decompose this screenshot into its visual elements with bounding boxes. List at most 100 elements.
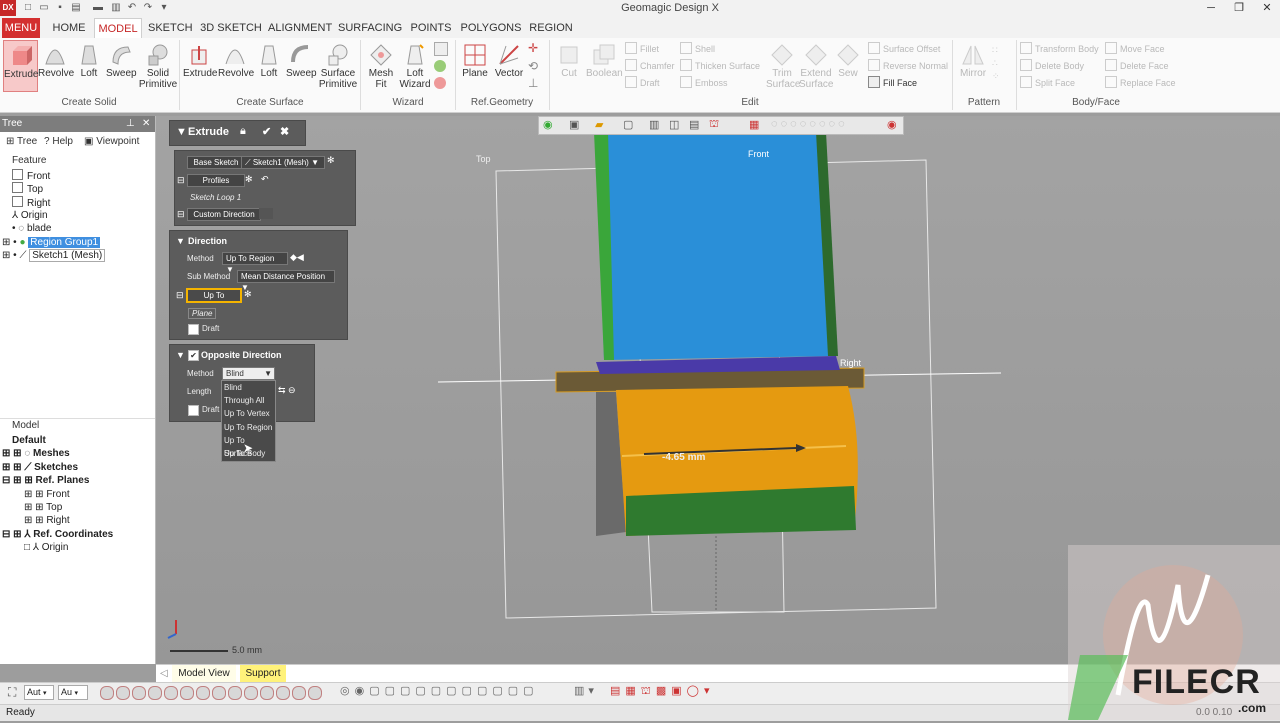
collapse-icon[interactable]: ⊟ [177, 175, 185, 186]
collapse-icon[interactable]: ▼ [176, 350, 185, 360]
tree-item-blade[interactable]: • ◌ blade [12, 222, 51, 235]
reverse-normal-button[interactable]: Reverse Normal [868, 59, 948, 73]
tab-model-view[interactable]: Model View [172, 665, 236, 683]
trim-surface-button[interactable]: Trim Surface [766, 40, 800, 90]
chamfer-button[interactable]: Chamfer [625, 59, 675, 73]
select-tool-icon[interactable] [132, 686, 146, 700]
opposite-direction-checkbox[interactable]: ✔ [188, 350, 199, 361]
selection-mode-select[interactable]: Aut ▾ [24, 685, 54, 700]
tree-item-top[interactable]: Top [12, 182, 43, 195]
fill-face-button[interactable]: Fill Face [868, 76, 917, 90]
select-tool-icon[interactable] [116, 686, 130, 700]
vector-button[interactable]: Vector [493, 40, 525, 90]
draft-button[interactable]: Draft [625, 76, 660, 90]
dropdown-option-blind[interactable]: Blind [224, 381, 274, 394]
tab-help[interactable]: ? Help [44, 136, 73, 147]
opposite-method-select[interactable]: Blind ▼ [222, 367, 275, 380]
close-panel-icon[interactable]: ✕ [142, 116, 150, 132]
extend-surface-button[interactable]: Extend Surface [799, 40, 833, 90]
dimension-label[interactable]: -4.65 mm [662, 452, 705, 463]
pattern-small-icons[interactable]: ∷ ∴ ⁘ [992, 44, 1004, 84]
select-tool-icon[interactable] [308, 686, 322, 700]
cut-button[interactable]: Cut [553, 40, 585, 90]
mesh-fit-button[interactable]: Mesh Fit [364, 40, 398, 90]
surface-offset-button[interactable]: Surface Offset [868, 42, 940, 56]
model-item-default[interactable]: Default [12, 434, 46, 447]
view-tools-icons[interactable]: ◎◉▢▢▢▢▢▢▢▢▢▢▢ [340, 684, 539, 697]
method-select[interactable]: Up To Region ▼ [222, 252, 288, 274]
select-tool-icon[interactable] [212, 686, 226, 700]
opposite-draft-checkbox[interactable] [188, 405, 199, 416]
wizard-small-icon[interactable] [434, 42, 448, 56]
tab-sketch[interactable]: SKETCH [148, 18, 193, 38]
shell-button[interactable]: Shell [680, 42, 715, 56]
surface-loft-button[interactable]: Loft [254, 40, 284, 90]
tree-item-region-group[interactable]: ⊞ • ● Region Group1 [2, 236, 101, 249]
select-tool-icon[interactable] [260, 686, 274, 700]
tab-polygons[interactable]: POLYGONS [460, 18, 522, 38]
surface-sweep-button[interactable]: Sweep [286, 40, 317, 90]
render-tools-icons[interactable]: ▤▦⛫▩▣◯▾ [610, 684, 715, 699]
display-icon[interactable]: ⛫ [709, 118, 719, 132]
export-icon[interactable]: ▥ [110, 2, 122, 14]
lock-icon[interactable]: 🔒︎ [240, 125, 246, 138]
solid-sweep-button[interactable]: Sweep [106, 40, 137, 90]
tab-alignment[interactable]: ALIGNMENT [268, 18, 332, 38]
customize-icon[interactable]: ▾ [158, 2, 170, 14]
save-icon[interactable]: ▪ [54, 2, 66, 14]
model-item-meshes[interactable]: ⊞ ⊞ ◌ Meshes [2, 447, 70, 460]
plane-button[interactable]: Plane [460, 40, 490, 90]
delete-body-button[interactable]: Delete Body [1020, 59, 1084, 73]
tree-item-right[interactable]: Right [12, 196, 50, 209]
base-sketch-select[interactable]: ⟋ Sketch1 (Mesh) ▼ [241, 156, 325, 169]
select-tool-icon[interactable] [100, 686, 114, 700]
tree-item-sketch[interactable]: ⊞ • ⟋ Sketch1 (Mesh) [2, 249, 106, 262]
active-filter-icon[interactable]: ▦ [749, 118, 759, 131]
up-to-label[interactable]: Up To [186, 288, 242, 303]
wizard-small-icon[interactable] [434, 77, 446, 89]
dropdown-option-up-to-region[interactable]: Up To Region [224, 421, 274, 434]
display-tools-icons[interactable]: ▥▾ [574, 684, 598, 697]
selection-filter-select[interactable]: Au ▾ [58, 685, 88, 700]
select-tool-icon[interactable] [244, 686, 258, 700]
tab-viewpoint[interactable]: ▣ Viewpoint [84, 136, 139, 147]
ok-check-icon[interactable]: ✔ [262, 125, 271, 138]
pin-icon[interactable]: ⊥ [126, 116, 135, 132]
tab-3d-sketch[interactable]: 3D SKETCH [200, 18, 262, 38]
surface-revolve-button[interactable]: Revolve [218, 40, 254, 90]
flip-direction-icon[interactable]: ◆◀ [290, 252, 304, 263]
toolbar-disabled-icon[interactable]: ◌ ◌ ◌ ◌ ◌ ◌ ◌ ◌ [771, 118, 845, 130]
app-logo[interactable]: DX [0, 0, 16, 16]
selection-tool-icon[interactable]: ⛶ [8, 685, 16, 700]
tab-surfacing[interactable]: SURFACING [338, 18, 402, 38]
dropdown-option-up-to-vertex[interactable]: Up To Vertex [224, 407, 274, 420]
scroll-left-icon[interactable]: ◁ [160, 668, 168, 679]
move-face-button[interactable]: Move Face [1105, 42, 1165, 56]
tree-item-origin[interactable]: ⅄ Origin [12, 209, 48, 222]
maximize-icon[interactable]: ❐ [1228, 1, 1250, 16]
select-tool-icon[interactable] [276, 686, 290, 700]
settings-icon[interactable]: ✻ [327, 155, 335, 166]
sew-button[interactable]: Sew [834, 40, 862, 90]
profile-item[interactable]: Sketch Loop 1 [190, 193, 241, 202]
model-item-ref-planes[interactable]: ⊟ ⊞ ⊞ Ref. Planes [2, 474, 89, 487]
sub-method-select[interactable]: Mean Distance Position ▼ [237, 270, 335, 292]
tab-points[interactable]: POINTS [408, 18, 454, 38]
solid-extrude-button[interactable]: Extrude [3, 40, 38, 92]
select-tool-icon[interactable] [148, 686, 162, 700]
clip-icon[interactable]: ◫ [669, 118, 679, 131]
collapse-icon[interactable]: ▼ [176, 236, 185, 246]
tab-region[interactable]: REGION [528, 18, 574, 38]
solid-revolve-button[interactable]: Revolve [38, 40, 74, 90]
point-icon[interactable]: ✛ [528, 42, 540, 54]
split-face-button[interactable]: Split Face [1020, 76, 1075, 90]
settings-icon[interactable]: ✻ [244, 289, 252, 300]
model-item-ref-coordinates[interactable]: ⊟ ⊞ ⅄ Ref. Coordinates [2, 528, 113, 541]
select-tool-icon[interactable] [180, 686, 194, 700]
solid-primitive-button[interactable]: Solid Primitive [138, 40, 178, 90]
select-tool-icon[interactable] [164, 686, 178, 700]
filter-icon[interactable]: ▥ [649, 118, 659, 131]
undo-icon[interactable]: ↶ [261, 174, 269, 185]
collapse-icon[interactable]: ⊟ [177, 209, 185, 220]
collapse-icon[interactable]: ▼ [176, 126, 187, 138]
